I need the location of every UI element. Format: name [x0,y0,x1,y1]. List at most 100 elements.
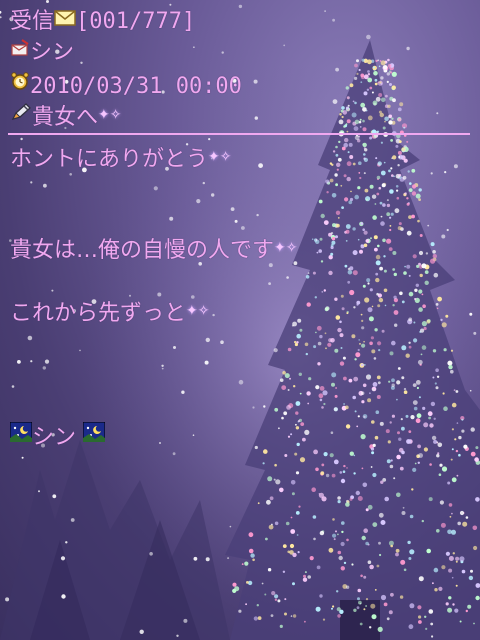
tree-light [398,173,402,177]
subject-text: 貴女へ [32,105,99,130]
tree-light [475,446,479,450]
snowflake [157,292,162,297]
tree-light [453,389,456,391]
tree-light [408,188,413,193]
body-line-1: ホントにありがとう✦✧ [10,146,231,174]
snowflake [369,626,372,629]
tree-light [416,386,419,390]
tree-light [327,342,332,347]
tree-light [336,162,341,167]
tree-light [363,91,368,96]
tree-light [339,113,342,116]
tree-light [379,201,383,205]
tree-light [461,429,465,433]
snowflake [418,453,423,458]
tree-light [454,608,459,613]
tree-light [307,402,310,405]
sender-row[interactable]: シン [10,39,74,67]
tree-light [452,603,455,606]
tree-light [421,345,427,350]
tree-light [387,58,390,62]
tree-light [455,449,459,453]
tree-light [384,496,390,502]
tree-light [351,112,357,118]
tree-light [349,497,353,501]
tree-light [358,161,362,165]
snowflake [161,367,164,370]
tree-light [340,566,345,571]
tree-light [292,552,297,558]
tree-light [333,459,339,465]
tree-light [389,351,394,356]
tree-light [362,119,365,123]
snowflake [196,199,201,204]
snowflake [254,445,258,450]
tree-light [319,594,323,598]
tree-light [371,386,377,392]
tree-light [360,73,365,78]
tree-light [376,175,381,180]
snowflake [172,452,176,456]
tree-light [370,336,374,340]
tree-light [378,349,381,352]
envelope-icon [54,6,76,34]
tree-light [448,556,454,561]
tree-light [381,329,385,333]
tree-light [400,559,406,565]
snowflake [473,331,477,335]
tree-light [413,321,416,324]
tree-light [437,296,442,302]
tree-light [404,265,406,268]
tree-light [372,65,378,71]
tree-light [389,421,392,424]
snowflake [342,356,346,360]
tree-light [358,600,362,605]
tree-light [397,150,402,155]
tree-light [335,530,337,533]
tree-light [434,588,438,592]
tree-light [418,620,422,624]
tree-light [418,198,421,202]
tree-light [319,237,323,241]
tree-light [287,389,290,391]
tree-light [379,553,382,557]
tree-light [298,505,301,508]
tree-light [375,272,379,276]
tree-light [312,515,317,519]
snowflake [366,34,371,40]
tree-light [320,260,324,263]
tree-light [409,182,412,185]
tree-light [463,444,468,449]
tree-light [430,622,434,626]
tree-light [461,418,464,421]
tree-light [372,388,375,391]
tree-light [346,161,352,167]
snowflake [159,442,161,444]
tree-light [465,609,468,613]
tree-light [386,212,391,217]
tree-light [278,427,280,430]
snowflake [60,556,66,561]
snowflake [469,389,472,392]
tree-light [431,435,437,441]
tree-light [383,65,388,70]
tree-light [388,169,391,173]
tree-light [318,393,324,399]
tree-light [376,292,379,296]
tree-light [306,302,311,307]
tree-light [296,333,302,339]
snowflake [263,405,266,408]
snowflake [333,407,338,412]
tree-light [436,307,439,310]
tree-light [345,229,350,234]
tree-light [244,561,249,566]
tree-light [455,556,460,561]
tree-light [406,202,410,206]
tree-light [340,478,346,484]
tree-light [373,235,378,240]
snowflake [360,391,365,396]
tree-light [315,239,318,241]
tree-light [365,598,369,601]
tree-light [451,428,454,431]
tree-light [331,607,333,610]
